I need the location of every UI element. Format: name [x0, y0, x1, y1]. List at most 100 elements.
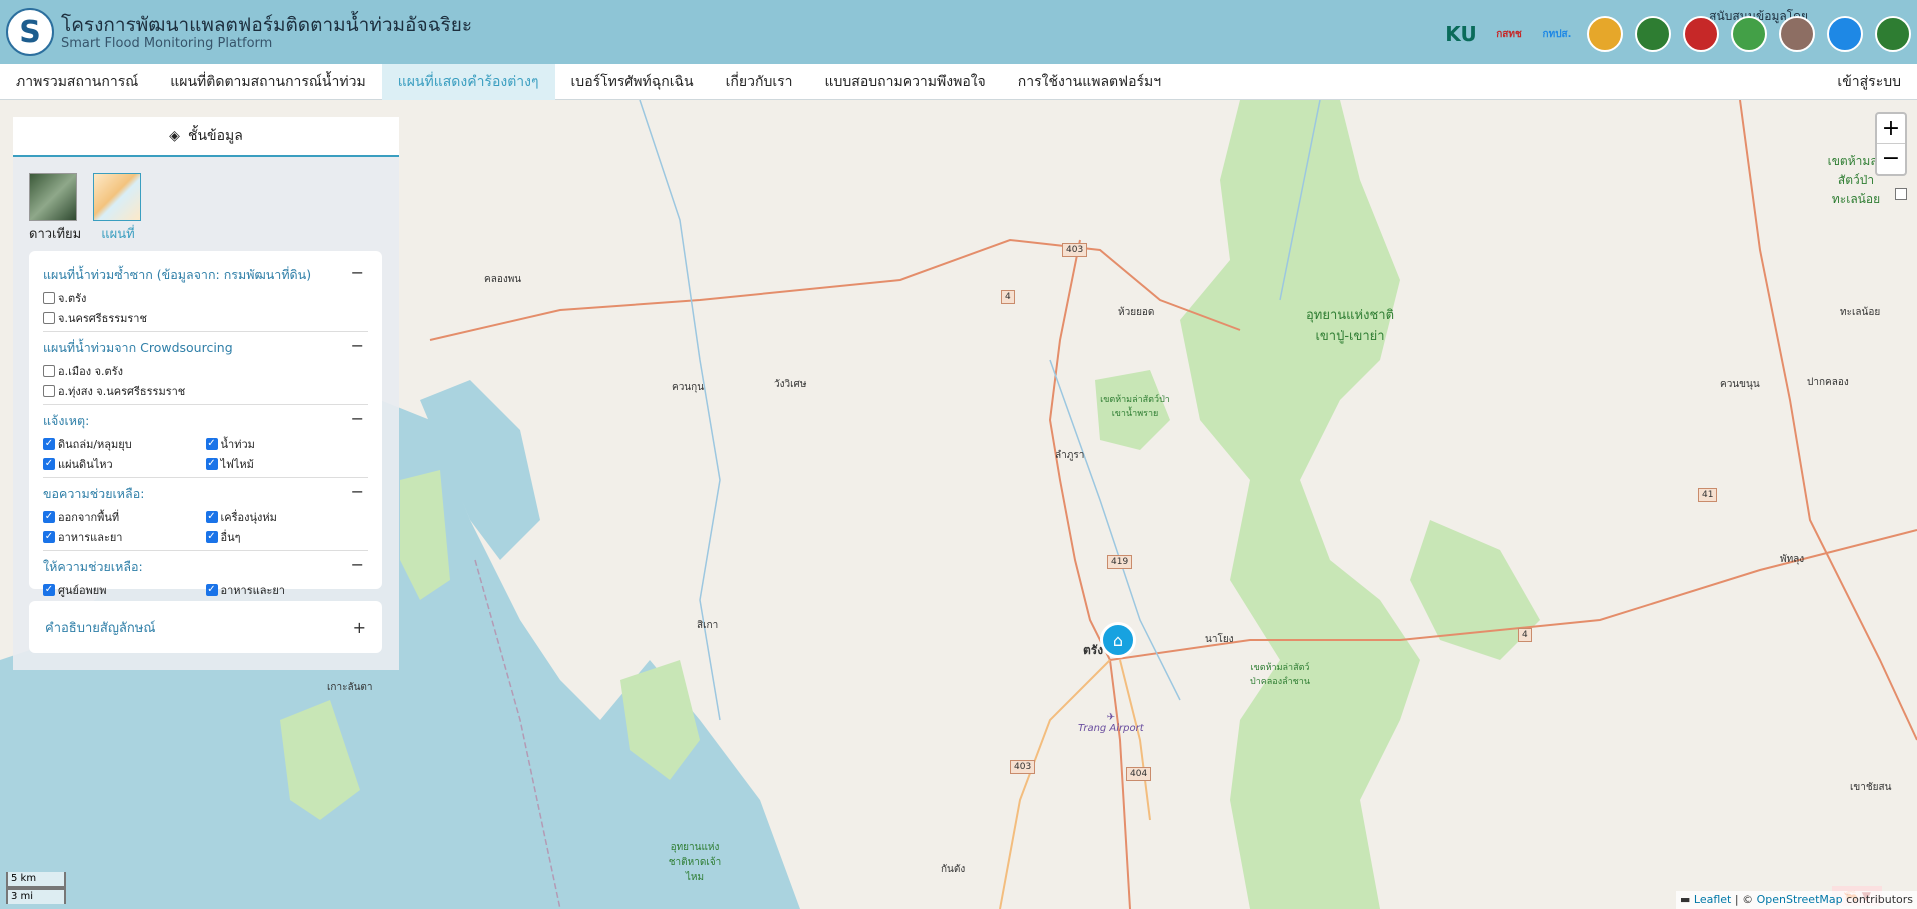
- hii-logo: กทปส.: [1542, 28, 1572, 40]
- road-shield: 4: [1001, 290, 1015, 304]
- satellite-thumbnail[interactable]: [29, 173, 77, 221]
- place-label: ทะเลน้อย: [1840, 307, 1881, 318]
- layer-section-title: ขอความช่วยเหลือ:: [43, 486, 145, 501]
- nav-item-3[interactable]: เบอร์โทรศัพท์ฉุกเฉิน: [555, 64, 710, 100]
- airplane-icon: ✈: [1106, 712, 1116, 723]
- nav-item-1[interactable]: แผนที่ติดตามสถานการณ์น้ำท่วม: [154, 64, 381, 100]
- nav-item-6[interactable]: การใช้งานแพลตฟอร์มฯ: [1002, 64, 1177, 100]
- option-label: แผ่นดินไหว: [58, 458, 113, 471]
- layer-option[interactable]: ✓ อาหารและยา: [205, 581, 369, 599]
- checkbox[interactable]: ✓: [43, 531, 55, 543]
- checkbox[interactable]: [43, 312, 55, 324]
- place-label: ควนกุน: [672, 382, 705, 393]
- scale-bar: 5 km 3 mi: [6, 872, 66, 904]
- option-label: อ.ทุ่งสง จ.นครศรีธรรมราช: [58, 385, 186, 398]
- checkbox[interactable]: ✓: [205, 511, 218, 523]
- option-label: ดินถล่ม/หลุมยุบ: [58, 438, 132, 451]
- basemap-satellite[interactable]: ดาวเทียม: [29, 173, 81, 244]
- osm-link[interactable]: OpenStreetMap: [1757, 893, 1843, 906]
- basemap-switcher: ดาวเทียม แผนที่: [29, 173, 143, 244]
- dept-logo-1: [1587, 16, 1623, 52]
- app-header: S โครงการพัฒนาแพลตฟอร์มติดตามน้ำท่วมอัจฉ…: [0, 0, 1917, 64]
- layer-option[interactable]: ✓ ศูนย์อพยพ: [43, 581, 206, 599]
- layer-option[interactable]: ✓ เครื่องนุ่งห่ม: [205, 508, 369, 526]
- zoom-control: + −: [1875, 112, 1907, 176]
- layer-section: แผนที่น้ำท่วมซ้ำซาก (ข้อมูลจาก: กรมพัฒนา…: [43, 259, 368, 332]
- layer-option[interactable]: อ.ทุ่งสง จ.นครศรีธรรมราช: [43, 382, 368, 400]
- layer-section: ขอความช่วยเหลือ: − ✓ ออกจากพื้นที่ ✓ เครื่องน…: [43, 478, 368, 551]
- layer-option[interactable]: ✓ แผ่นดินไหว: [43, 455, 206, 473]
- checkbox[interactable]: ✓: [205, 438, 218, 450]
- basemap-map[interactable]: แผนที่: [93, 173, 143, 244]
- layer-option[interactable]: จ.ตรัง: [43, 289, 368, 307]
- road-404: [1119, 659, 1151, 821]
- map-thumbnail[interactable]: [93, 173, 141, 221]
- option-label: ศูนย์อพยพ: [58, 584, 107, 597]
- checkbox[interactable]: ✓: [43, 438, 55, 450]
- app-title-en: Smart Flood Monitoring Platform: [61, 36, 273, 51]
- nav-item-5[interactable]: แบบสอบถามความพึงพอใจ: [809, 64, 1002, 100]
- layer-option[interactable]: ✓ ออกจากพื้นที่: [43, 508, 206, 526]
- legend-panel[interactable]: คำอธิบายสัญลักษณ์ +: [29, 601, 382, 653]
- zoom-out-button[interactable]: −: [1877, 144, 1905, 174]
- login-link[interactable]: เข้าสู่ระบบ: [1837, 64, 1901, 100]
- layer-option[interactable]: ✓ น้ำท่วม: [205, 435, 369, 453]
- nav-item-4[interactable]: เกี่ยวกับเรา: [710, 64, 809, 100]
- legend-title: คำอธิบายสัญลักษณ์: [45, 620, 156, 636]
- checkbox[interactable]: [43, 292, 55, 304]
- leaflet-link[interactable]: Leaflet: [1694, 893, 1731, 906]
- collapse-icon[interactable]: −: [351, 555, 364, 574]
- collapse-icon[interactable]: −: [351, 263, 364, 282]
- place-label: เกาะลันตา: [327, 682, 373, 693]
- road-shield: 41: [1698, 488, 1718, 502]
- checkbox[interactable]: ✓: [43, 458, 55, 470]
- place-label: ปากคลอง: [1807, 377, 1849, 388]
- road-shield: 403: [1062, 243, 1088, 257]
- layer-option[interactable]: ✓อื่นๆ: [205, 528, 369, 546]
- nav-item-2[interactable]: แผนที่แสดงคำร้องต่างๆ: [381, 64, 555, 100]
- layer-checkbox[interactable]: [1895, 188, 1907, 200]
- collapse-icon[interactable]: −: [351, 482, 364, 501]
- option-label: อาหารและยา: [58, 531, 123, 544]
- flood-marker-icon[interactable]: ⌂: [1100, 622, 1136, 658]
- place-label: ลำภูรา: [1055, 450, 1085, 461]
- layer-option[interactable]: จ.นครศรีธรรมราช: [43, 309, 368, 327]
- layer-section: แผนที่น้ำท่วมจาก Crowdsourcing − อ.เมือง จ…: [43, 332, 368, 405]
- checkbox[interactable]: ✓: [43, 584, 55, 596]
- option-label: อื่นๆ: [220, 531, 241, 544]
- park-label-khlong-lam-chan: เขตห้ามล่าสัตว์ป่าคลองลำชาน: [1250, 663, 1310, 687]
- collapse-icon[interactable]: −: [351, 336, 364, 355]
- option-label: ออกจากพื้นที่: [58, 511, 120, 524]
- layer-section-title: ให้ความช่วยเหลือ:: [43, 559, 143, 574]
- nav-item-0[interactable]: ภาพรวมสถานการณ์: [0, 64, 154, 100]
- place-label: วังวิเศษ: [774, 379, 807, 390]
- checkbox[interactable]: ✓: [205, 584, 218, 596]
- checkbox[interactable]: [43, 365, 55, 377]
- layer-panel-header[interactable]: ◈ ชั้นข้อมูล: [13, 117, 399, 157]
- zoom-in-button[interactable]: +: [1877, 114, 1905, 144]
- layer-option[interactable]: ✓ อาหารและยา: [43, 528, 206, 546]
- expand-icon[interactable]: +: [353, 618, 366, 637]
- road-403-south: [999, 659, 1111, 909]
- checkbox[interactable]: ✓: [43, 511, 55, 523]
- collapse-icon[interactable]: −: [351, 409, 364, 428]
- option-label: เครื่องนุ่งห่ม: [220, 511, 277, 524]
- park-label-hat-chao-mai: อุทยานแห่งชาติหาดเจ้าไหม: [668, 842, 722, 883]
- road-4-north: [429, 238, 1241, 341]
- ukraine-flag-icon: ▬: [1680, 893, 1691, 906]
- app-logo[interactable]: S: [6, 8, 54, 56]
- place-label: ห้วยยอด: [1118, 307, 1155, 318]
- dept-logo-4: [1731, 16, 1767, 52]
- place-label: พัทลุง: [1780, 554, 1805, 565]
- place-label: ควนขนุน: [1720, 379, 1760, 390]
- layer-option[interactable]: อ.เมือง จ.ตรัง: [43, 362, 368, 380]
- layer-option[interactable]: ✓ ดินถล่ม/หลุมยุบ: [43, 435, 206, 453]
- place-label: คลองพน: [484, 274, 522, 285]
- airport-label: ✈ Trang Airport: [1078, 712, 1144, 734]
- checkbox[interactable]: [43, 385, 55, 397]
- dept-logo-2: [1635, 16, 1671, 52]
- checkbox[interactable]: ✓: [205, 458, 218, 470]
- dept-logo-3: [1683, 16, 1719, 52]
- layer-option[interactable]: ✓ ไฟไหม้: [205, 455, 369, 473]
- checkbox[interactable]: ✓: [205, 531, 218, 543]
